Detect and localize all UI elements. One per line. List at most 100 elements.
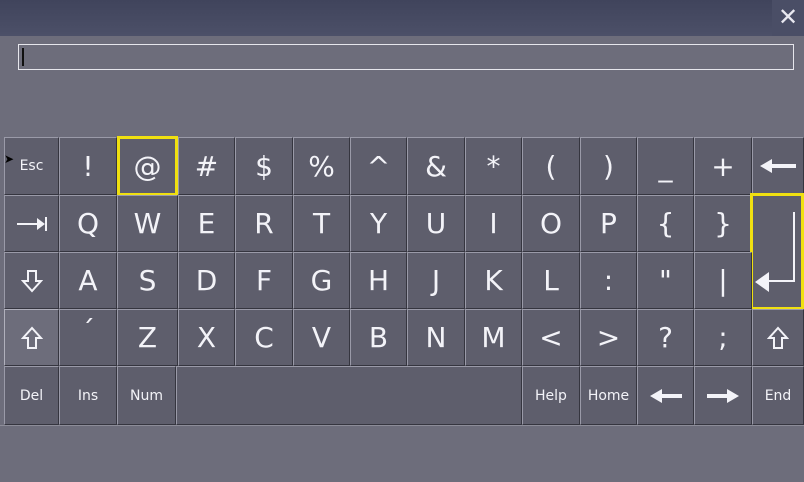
key-z[interactable]: Z [117,309,178,366]
key-label: C [254,321,274,354]
key-right-brace[interactable]: } [694,195,752,252]
key-d[interactable]: D [178,252,235,309]
key-right-paren[interactable]: ) [580,137,637,195]
arrow-left-icon [649,388,682,403]
key-colon[interactable]: : [580,252,637,309]
key-label: ^ [366,149,391,183]
key-dollar[interactable]: $ [235,137,293,195]
key-asterisk[interactable]: * [465,137,522,195]
key-i[interactable]: I [465,195,522,252]
key-label: H [367,264,390,297]
arrow-right-icon [707,388,739,403]
key-help[interactable]: Help [522,366,580,425]
key-v[interactable]: V [293,309,350,366]
key-tab[interactable] [4,195,59,252]
key-c[interactable]: C [235,309,293,366]
key-s[interactable]: S [117,252,178,309]
text-caret [22,48,24,66]
key-num[interactable]: Num [117,366,176,425]
key-label: ) [603,149,614,183]
key-plus[interactable]: + [694,137,752,195]
key-label: Del [19,387,44,404]
key-label: Num [130,387,163,404]
key-semicolon[interactable]: ; [694,309,752,366]
key-label: * [486,149,501,183]
key-right-shift[interactable] [752,309,804,366]
key-a[interactable]: A [59,252,117,309]
key-label: & [425,149,447,183]
key-underscore[interactable]: _ [637,137,694,195]
key-m[interactable]: M [465,309,522,366]
key-left-shift[interactable] [4,309,59,366]
key-label: J [431,264,441,297]
close-button[interactable]: ✕ [772,0,804,36]
key-j[interactable]: J [407,252,465,309]
key-w[interactable]: W [117,195,178,252]
key-del[interactable]: Del [4,366,59,425]
key-q[interactable]: Q [59,195,117,252]
key-at[interactable]: @ [117,136,178,196]
key-l[interactable]: L [522,252,580,309]
key-arrow-right[interactable] [694,366,752,425]
key-label: Q [76,207,100,240]
key-o[interactable]: O [522,195,580,252]
text-input[interactable] [18,44,794,70]
key-g[interactable]: G [293,252,350,309]
key-label: @ [133,149,162,183]
key-backspace[interactable] [752,137,804,195]
key-caps-lock[interactable] [4,252,59,309]
key-p[interactable]: P [580,195,637,252]
key-label: " [659,264,672,297]
mouse-pointer-icon: ➤ [4,152,15,166]
key-arrow-left[interactable] [637,366,694,425]
key-h[interactable]: H [350,252,407,309]
key-double-quote[interactable]: " [637,252,694,309]
key-ins[interactable]: Ins [59,366,117,425]
key-ampersand[interactable]: & [407,137,465,195]
key-f[interactable]: F [235,252,293,309]
key-space[interactable] [176,366,522,425]
key-acute[interactable]: ´ [59,309,117,366]
key-less-than[interactable]: < [522,309,580,366]
key-label: < [539,321,563,354]
key-u[interactable]: U [407,195,465,252]
key-left-paren[interactable]: ( [522,137,580,195]
key-label: End [764,387,792,404]
key-caret[interactable]: ^ [350,137,407,195]
shift-arrow-icon [767,326,789,349]
key-percent[interactable]: % [293,137,350,195]
enter-arrow-icon [755,211,795,292]
key-exclam[interactable]: ! [59,137,117,195]
key-label: + [711,149,735,183]
close-icon: ✕ [777,3,799,31]
key-hash[interactable]: # [178,137,235,195]
key-y[interactable]: Y [350,195,407,252]
key-end[interactable]: End [752,366,804,425]
key-t[interactable]: T [293,195,350,252]
key-x[interactable]: X [178,309,235,366]
key-label: S [138,264,157,297]
key-n[interactable]: N [407,309,465,366]
key-r[interactable]: R [235,195,293,252]
key-label: > [596,321,621,354]
key-enter[interactable] [750,193,804,310]
key-left-brace[interactable]: { [637,195,694,252]
key-label: B [368,321,389,354]
title-bar: ✕ [0,0,804,36]
key-label: Y [369,207,388,240]
key-greater-than[interactable]: > [580,309,637,366]
key-label: ( [545,149,557,183]
key-label: L [543,264,559,297]
backspace-arrow-icon [760,159,796,173]
key-label: Ins [77,387,99,404]
key-esc[interactable]: Esc [4,137,59,195]
key-question[interactable]: ? [637,309,694,366]
key-e[interactable]: E [178,195,235,252]
shift-arrow-icon [20,326,43,349]
key-k[interactable]: K [465,252,522,309]
key-b[interactable]: B [350,309,407,366]
key-label: # [194,149,219,183]
key-pipe[interactable]: | [694,252,752,309]
key-home[interactable]: Home [580,366,637,425]
key-label: Esc [19,158,44,174]
